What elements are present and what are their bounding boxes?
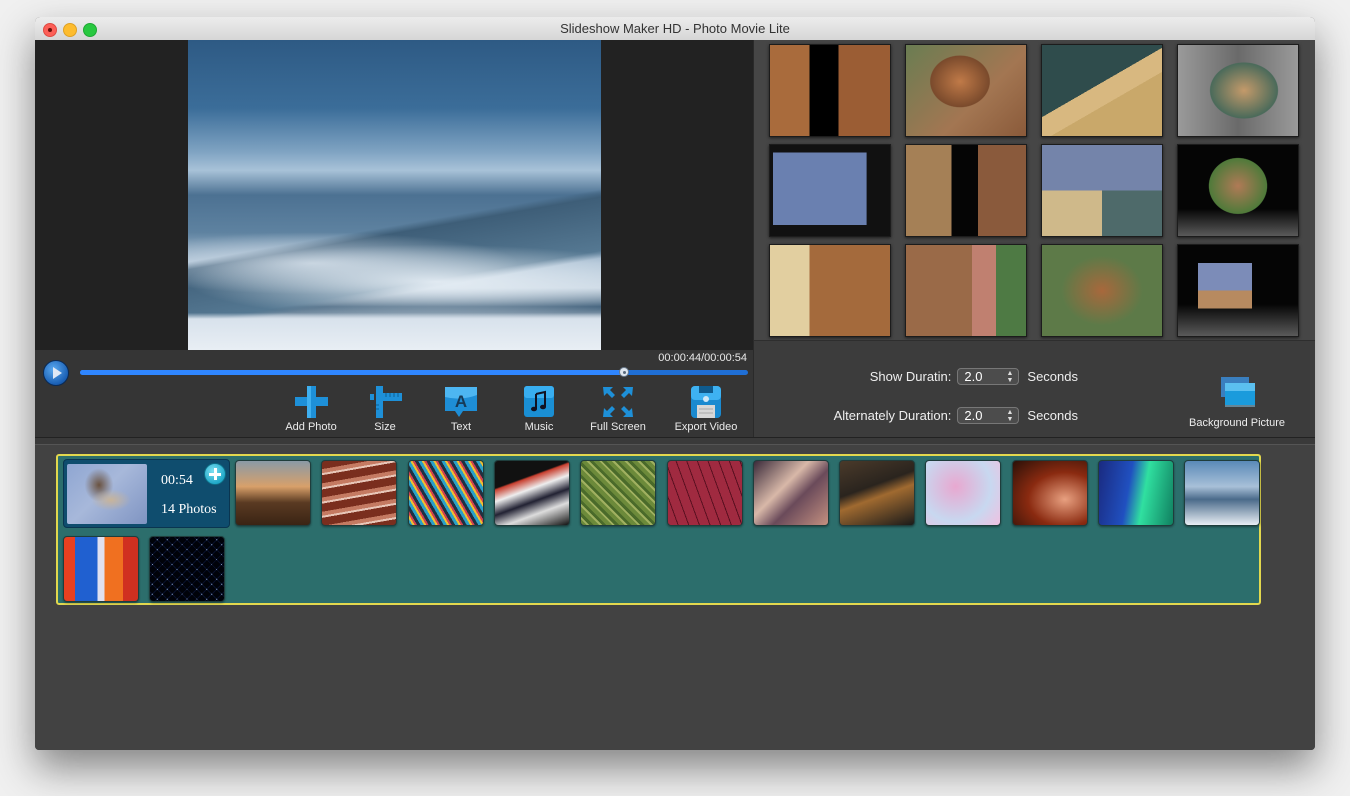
text-icon: A (443, 385, 479, 419)
photo-group-card[interactable]: 00:54 14 Photos (63, 459, 230, 528)
group-duration: 00:54 (161, 473, 193, 488)
preview-image (188, 40, 601, 350)
transition-zoom-twist[interactable] (905, 44, 1027, 137)
preview-panel (35, 40, 753, 350)
progress-thumb[interactable] (619, 367, 630, 377)
transition-perspective-flip[interactable] (1177, 144, 1299, 237)
photo-timeline: 00:54 14 Photos (56, 454, 1261, 605)
timeline-clip-pink-marble-texture[interactable] (925, 460, 1002, 526)
text-button[interactable]: A Text (441, 385, 481, 433)
timeline-clip-colorful-brushstrokes[interactable] (63, 536, 139, 602)
svg-text:A: A (455, 392, 467, 411)
group-thumbnail (67, 464, 147, 524)
transition-split-reveal[interactable] (769, 244, 891, 337)
timeline-area: 00:54 14 Photos (35, 445, 1315, 750)
timeline-clip-green-light-swirl[interactable] (1098, 460, 1174, 526)
transition-diamond-split[interactable] (1041, 244, 1163, 337)
transition-slide-carousel[interactable] (769, 144, 891, 237)
timeline-clip-black-white-abstract[interactable] (493, 460, 570, 526)
transition-gray-inset[interactable] (1177, 44, 1299, 137)
timeline-clip-city-aerial-night[interactable] (839, 460, 916, 526)
playback-controls: 00:00:44/00:00:54 Add Photo Size A Text (35, 350, 753, 437)
show-duration-row: Show Duratin: 2.0 ▲ ▼ Seconds (869, 368, 1078, 385)
size-button[interactable]: Size (365, 385, 405, 433)
play-button[interactable] (43, 360, 69, 386)
duration-settings: Show Duratin: 2.0 ▲ ▼ Seconds Alternately… (753, 340, 1315, 438)
add-photo-plus-icon[interactable] (204, 463, 226, 485)
timeline-clip-snowy-mountains[interactable] (1184, 460, 1261, 526)
transition-cross-split[interactable] (769, 44, 891, 137)
music-note-icon (521, 385, 557, 419)
show-duration-stepper[interactable]: 2.0 ▲ ▼ (957, 368, 1020, 385)
alternate-duration-row: Alternately Duration: 2.0 ▲ ▼ Seconds (833, 407, 1078, 424)
stepper-arrows-icon[interactable]: ▲ ▼ (1006, 408, 1013, 423)
timeline-clip-fiery-abstract[interactable] (1011, 460, 1088, 526)
window-title: Slideshow Maker HD - Photo Movie Lite (560, 21, 790, 36)
timeline-clip-joshua-trees-sunset[interactable] (235, 460, 311, 526)
panel-divider[interactable] (35, 437, 1315, 445)
transition-rotate-wipe[interactable] (905, 244, 1027, 337)
transition-gallery (753, 40, 1315, 340)
background-picture-icon (1189, 375, 1285, 414)
progress-slider[interactable] (80, 367, 748, 377)
expand-icon (600, 385, 636, 419)
title-bar: Slideshow Maker HD - Photo Movie Lite (35, 17, 1315, 41)
timeline-clip-red-sandstone-waves[interactable] (321, 460, 398, 526)
timeline-clip-light-trails[interactable] (752, 460, 829, 526)
timeline-clip-diamond-grid-building[interactable] (149, 536, 225, 602)
plus-icon (293, 385, 329, 419)
timeline-clip-red-diamond-facade[interactable] (666, 460, 743, 526)
export-video-button[interactable]: Export Video (671, 385, 741, 433)
ruler-icon (367, 385, 403, 419)
transition-grid-mosaic[interactable] (1041, 144, 1163, 237)
floppy-disk-icon (688, 385, 724, 419)
background-picture-button[interactable]: Background Picture (1189, 375, 1285, 429)
timeline-clip-green-roof-tiles[interactable] (580, 460, 657, 526)
time-display: 00:00:44/00:00:54 (658, 352, 747, 364)
progress-fill (80, 370, 625, 375)
alternate-duration-stepper[interactable]: 2.0 ▲ ▼ (957, 407, 1020, 424)
music-button[interactable]: Music (519, 385, 559, 433)
full-screen-button[interactable]: Full Screen (587, 385, 649, 433)
group-photo-count: 14 Photos (161, 502, 217, 517)
stepper-arrows-icon[interactable]: ▲ ▼ (1006, 369, 1013, 384)
transition-floor-reflect[interactable] (1177, 244, 1299, 337)
add-photo-button[interactable]: Add Photo (283, 385, 339, 433)
transition-corner-fold[interactable] (1041, 44, 1163, 137)
app-window: Slideshow Maker HD - Photo Movie Lite 00… (35, 17, 1315, 750)
transition-cube-open[interactable] (905, 144, 1027, 237)
timeline-clip-colorful-threads[interactable] (407, 460, 484, 526)
